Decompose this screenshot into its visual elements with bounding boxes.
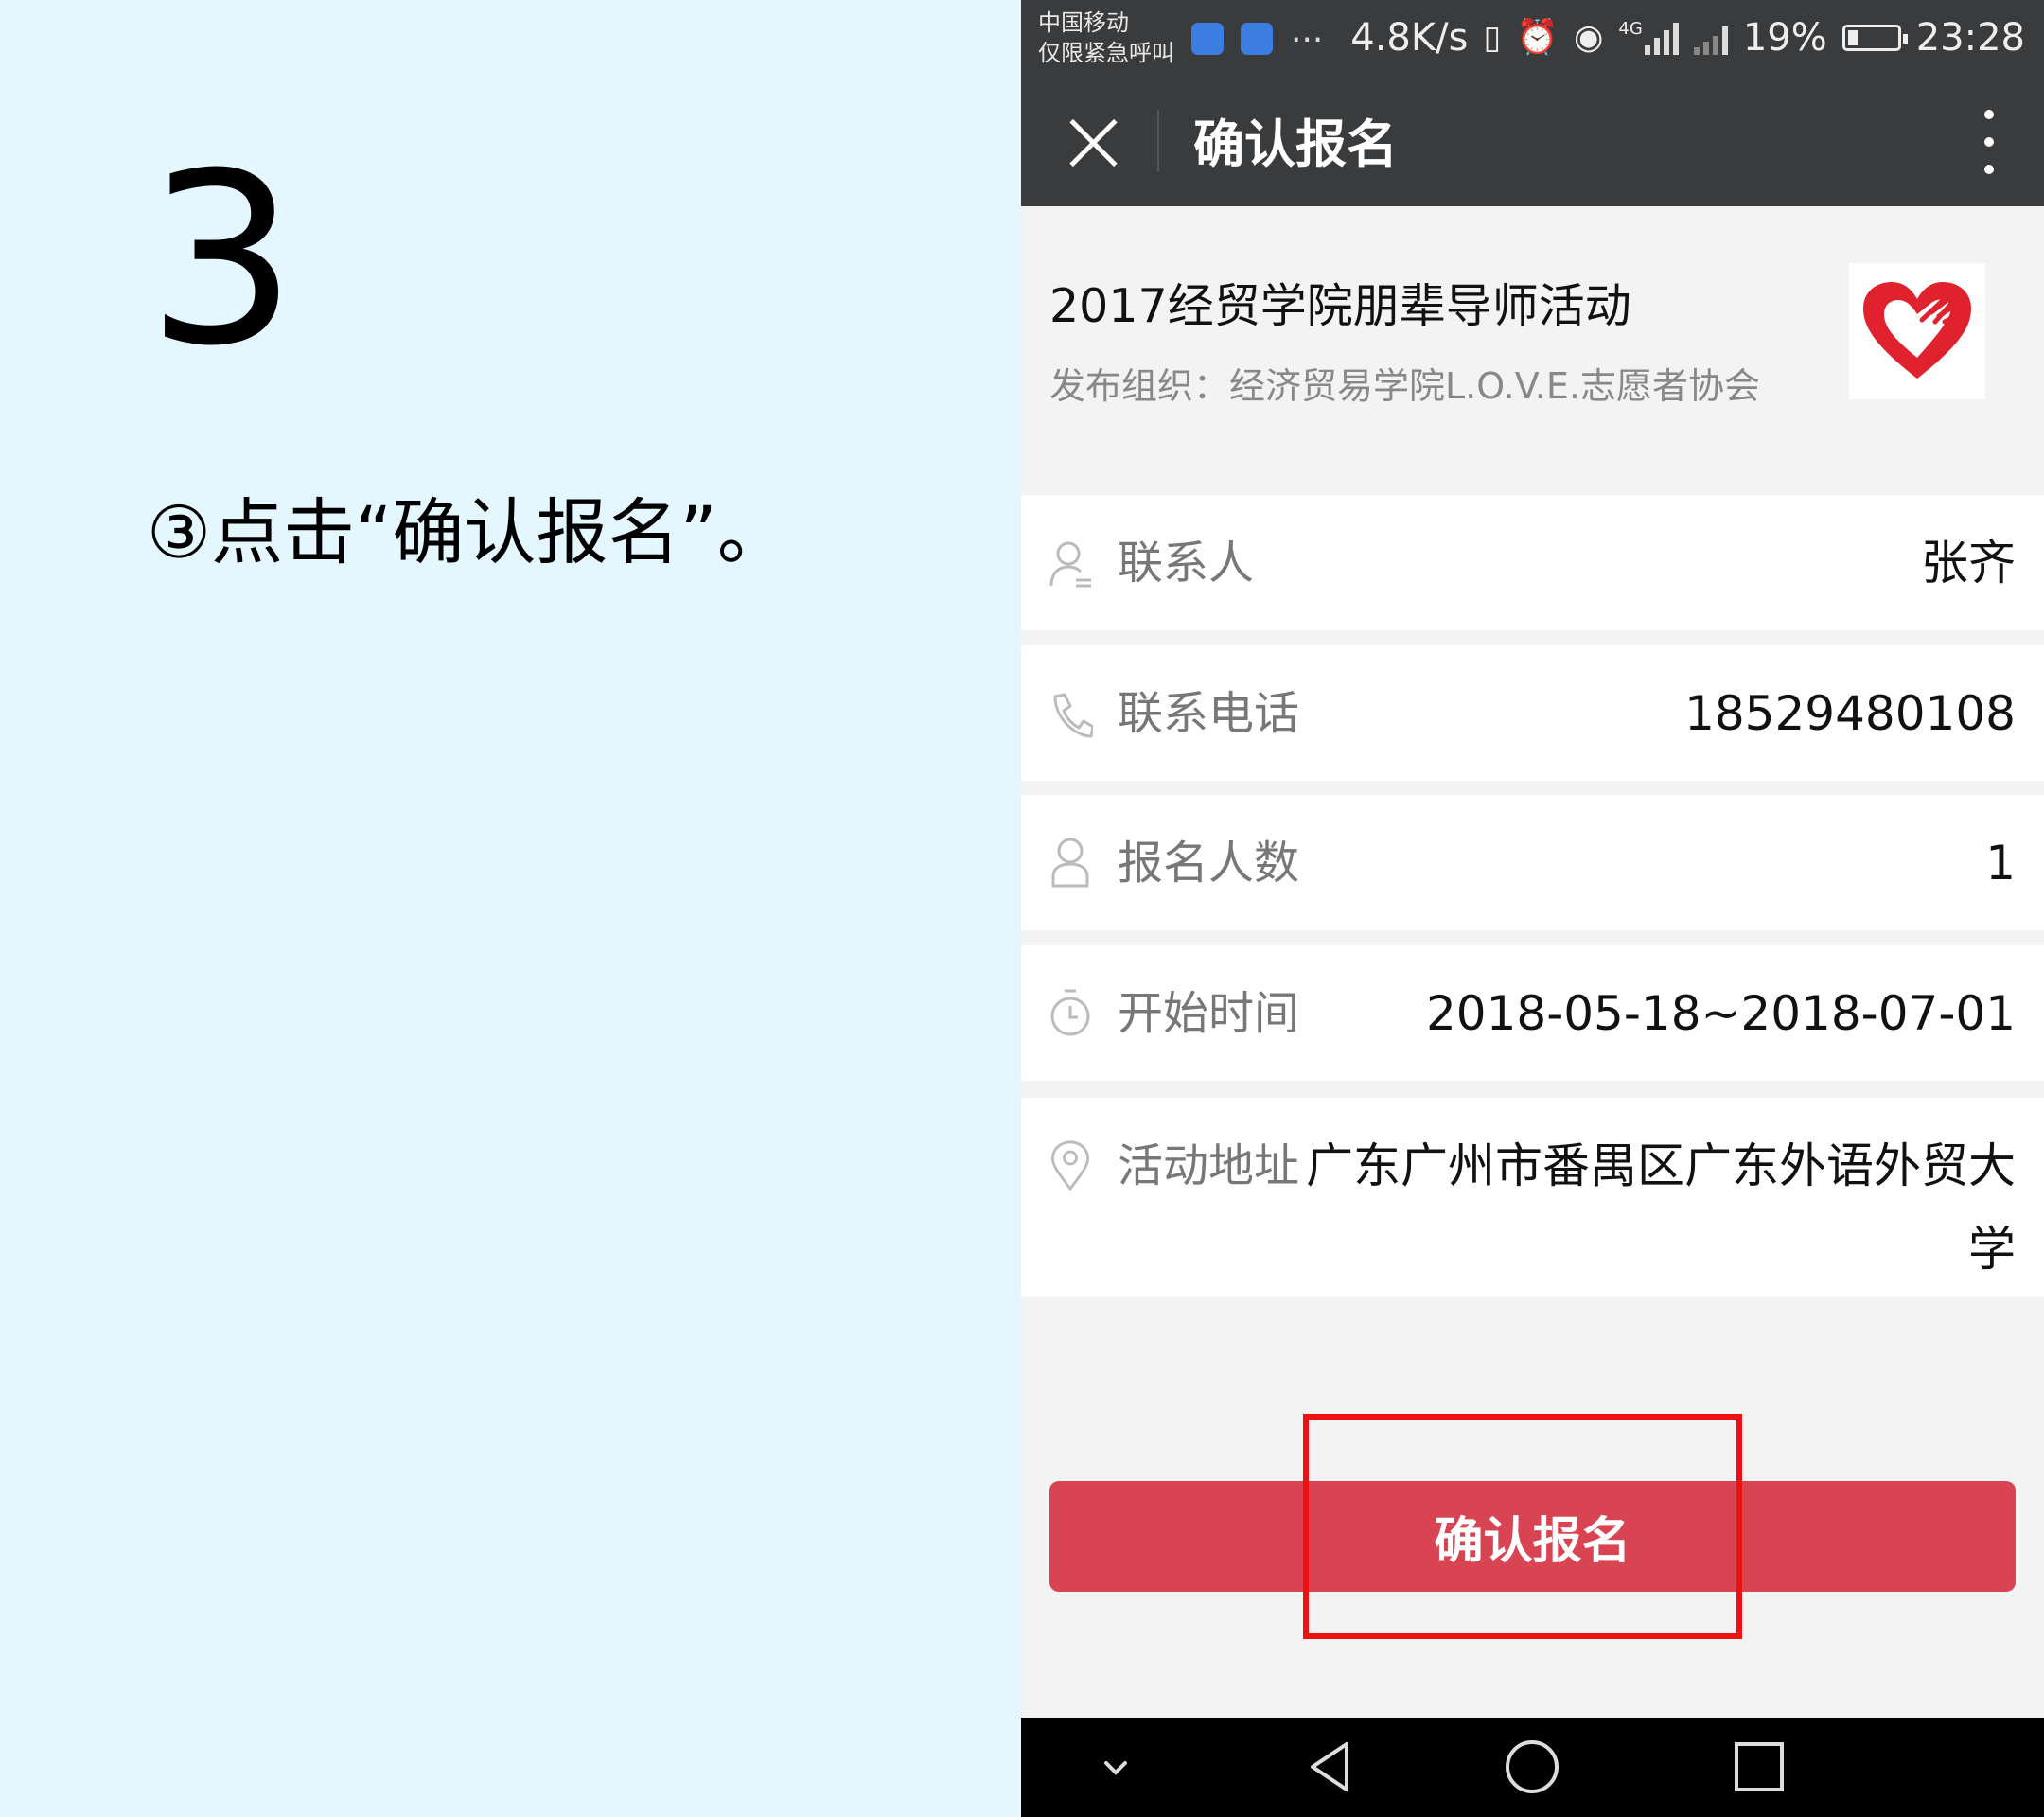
carrier-name: 中国移动 [1038, 9, 1129, 36]
row-label: 活动地址 [1118, 1139, 1300, 1192]
carrier-info: 中国移动 仅限紧急呼叫 [1038, 8, 1174, 68]
clock: 23:28 [1915, 16, 2025, 60]
org-name: 经济贸易学院L.O.V.E.志愿者协会 [1229, 365, 1760, 407]
signal-icon [1644, 21, 1679, 55]
row-label: 联系人 [1118, 537, 1255, 590]
signal-4g: 4G [1618, 19, 1679, 55]
org-label: 发布组织： [1049, 365, 1230, 407]
row-value-line2: 学 [1968, 1222, 2016, 1277]
row-value: 1 [1985, 836, 2016, 891]
form-row-time: 开始时间 2018-05-18~2018-07-01 [1021, 945, 2044, 1081]
form-row-phone: 联系电话 18529480108 [1021, 645, 2044, 781]
status-right: 4.8K/s ▯ ⏰ ◉ 4G 19% 23:28 [1350, 13, 2025, 62]
row-value: 18529480108 [1684, 686, 2016, 741]
vibrate-icon: ▯ [1483, 19, 1502, 57]
step-instruction: ③点击“确认报名”。 [147, 490, 789, 574]
network-type: 4G [1618, 19, 1643, 39]
user-icon [1051, 838, 1089, 888]
step-number: 3 [147, 122, 298, 397]
net-speed: 4.8K/s [1350, 16, 1469, 60]
confirm-register-button[interactable]: 确认报名 [1049, 1481, 2016, 1592]
nav-bar: 确认报名 [1021, 76, 2044, 206]
recents-icon[interactable] [1731, 1738, 1788, 1795]
carrier-sub: 仅限紧急呼叫 [1038, 40, 1174, 66]
page-title: 确认报名 [1193, 115, 1398, 174]
battery-icon [1841, 25, 1908, 51]
form-row-contact: 联系人 张齐 [1021, 495, 2044, 630]
signal-2-icon [1693, 21, 1728, 55]
more-notifications-icon: ··· [1291, 21, 1324, 60]
activity-title: 2017经贸学院朋辈导师活动 [1049, 279, 1631, 333]
row-value: 张齐 [1921, 536, 2016, 591]
eye-icon: ◉ [1573, 18, 1604, 57]
home-icon[interactable] [1504, 1738, 1560, 1795]
row-label: 报名人数 [1118, 837, 1300, 890]
row-value: 2018-05-18~2018-07-01 [1425, 986, 2016, 1041]
activity-header: 2017经贸学院朋辈导师活动 发布组织：经济贸易学院L.O.V.E.志愿者协会 [1021, 206, 2044, 495]
back-icon[interactable] [1305, 1738, 1362, 1795]
form-row-count: 报名人数 1 [1021, 795, 2044, 930]
timer-icon [1050, 989, 1090, 1036]
battery-percent: 19% [1742, 16, 1827, 60]
chevron-down-icon[interactable] [1087, 1738, 1144, 1795]
row-label: 开始时间 [1118, 987, 1300, 1040]
close-icon[interactable] [1059, 110, 1125, 176]
row-label: 联系电话 [1118, 687, 1300, 740]
hotspot-icon [1191, 23, 1224, 55]
notification-icons [1191, 23, 1273, 55]
volunteer-heart-logo [1849, 263, 1985, 399]
system-nav-bar [1021, 1718, 2044, 1817]
location-pin-icon [1050, 1140, 1090, 1191]
shield-icon [1241, 23, 1273, 55]
phone-screen: 中国移动 仅限紧急呼叫 ··· 4.8K/s ▯ ⏰ ◉ 4G 19% 23:2… [1021, 0, 2044, 1817]
more-menu-icon[interactable] [1980, 110, 1999, 174]
row-value-line1: 广东广州市番禺区广东外语外贸大 [1306, 1138, 2016, 1193]
activity-org: 发布组织：经济贸易学院L.O.V.E.志愿者协会 [1049, 363, 1760, 409]
person-icon [1049, 541, 1091, 588]
status-bar: 中国移动 仅限紧急呼叫 ··· 4.8K/s ▯ ⏰ ◉ 4G 19% 23:2… [1021, 0, 2044, 76]
nav-divider [1157, 110, 1159, 172]
form-row-address: 活动地址 广东广州市番禺区广东外语外贸大 学 [1021, 1098, 2044, 1297]
phone-icon [1053, 693, 1093, 738]
alarm-icon: ⏰ [1516, 18, 1559, 57]
